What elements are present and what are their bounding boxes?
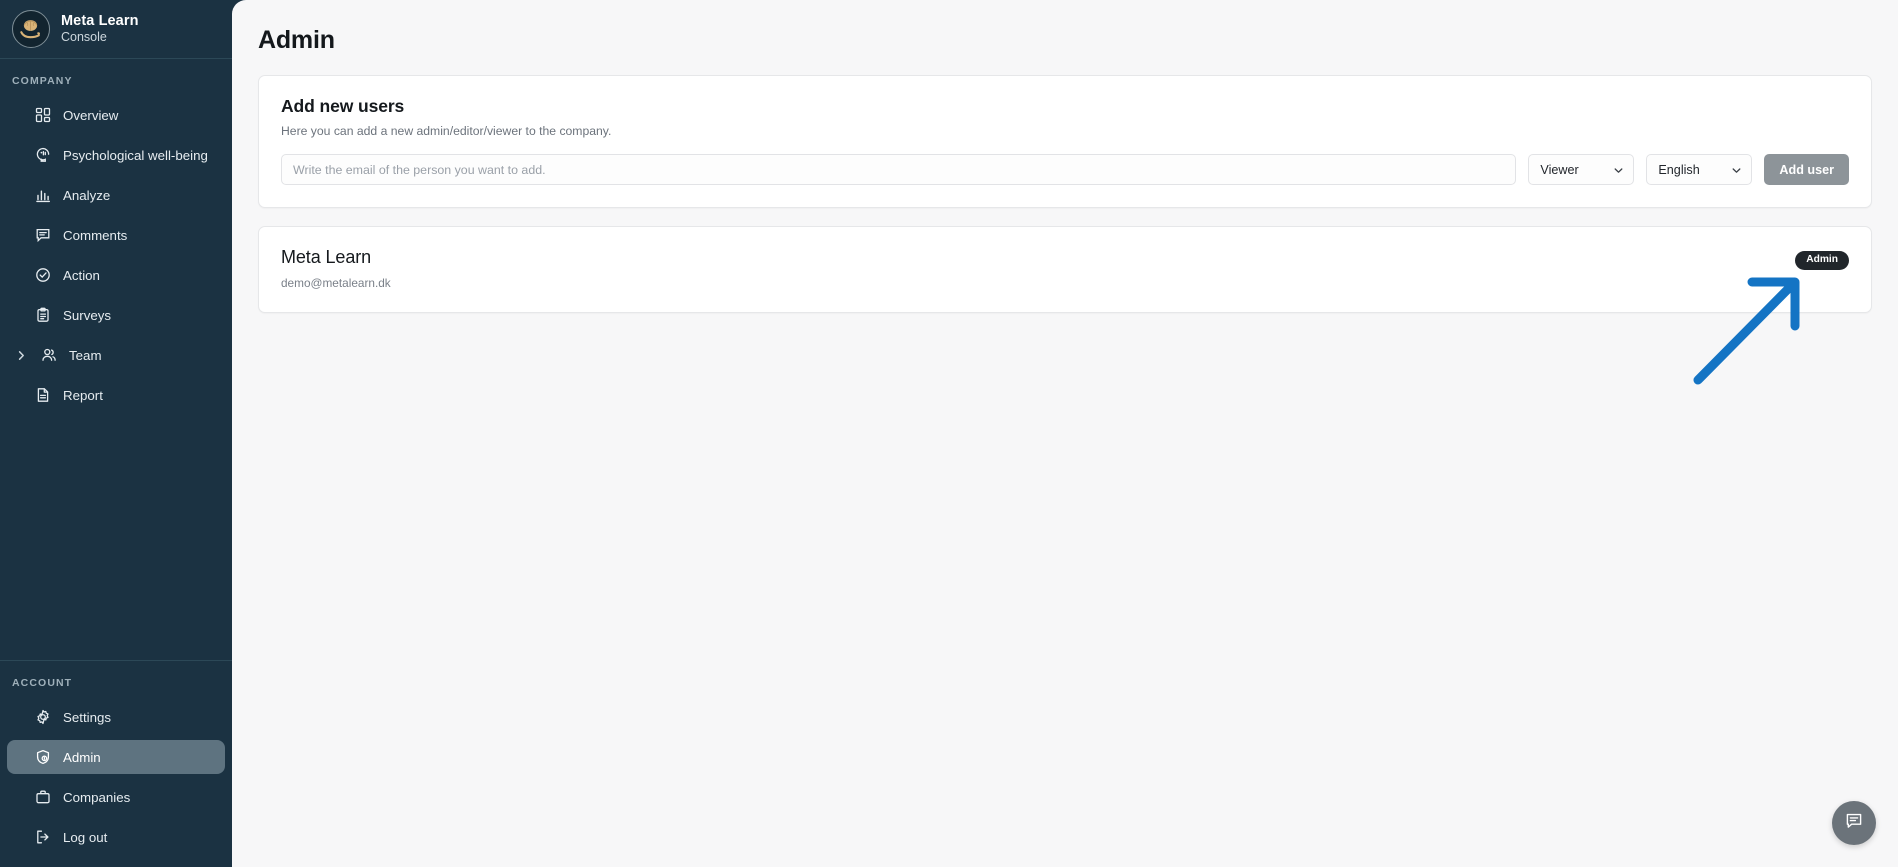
sidebar-item-label: Analyze <box>63 187 111 203</box>
logout-icon <box>34 829 51 846</box>
page-title: Admin <box>258 26 335 54</box>
app-root: Meta Learn Console COMPANY Overview Psyc… <box>0 0 1898 867</box>
gear-icon <box>34 709 51 726</box>
sidebar-item-admin[interactable]: Admin <box>7 740 225 774</box>
sidebar-nav-company: Overview Psychological well-being Analyz… <box>0 95 232 415</box>
chevron-down-icon <box>1731 165 1742 179</box>
language-select-value: English <box>1658 162 1700 177</box>
clipboard-icon <box>34 307 51 324</box>
user-name: Meta Learn <box>281 247 372 267</box>
email-input[interactable] <box>281 154 1517 185</box>
sidebar-item-label: Log out <box>63 829 108 845</box>
user-info: Meta Learn demo@metalearn.dk <box>281 247 391 290</box>
sidebar-item-label: Team <box>69 347 102 363</box>
sidebar-item-team[interactable]: Team <box>7 338 225 372</box>
sidebar-item-label: Surveys <box>63 307 112 323</box>
sidebar-section-company-label: COMPANY <box>12 75 73 87</box>
head-mind-icon <box>34 147 51 164</box>
add-user-form-row: Viewer English <box>281 154 1849 185</box>
brand-header[interactable]: Meta Learn Console <box>0 0 232 58</box>
chat-bubble-icon <box>1844 811 1864 836</box>
bar-chart-icon <box>34 187 51 204</box>
role-select[interactable]: Viewer <box>1528 154 1635 185</box>
add-user-button[interactable]: Add user <box>1764 154 1849 185</box>
user-email: demo@metalearn.dk <box>281 276 391 290</box>
user-row: Meta Learn demo@metalearn.dk Admin <box>258 226 1872 313</box>
chat-widget-button[interactable] <box>1832 801 1876 845</box>
check-circle-icon <box>34 267 51 284</box>
sidebar-item-psychological-well-being[interactable]: Psychological well-being <box>7 138 225 172</box>
main-content: Admin Add new users Here you can add a n… <box>232 0 1898 867</box>
sidebar-item-label: Comments <box>63 227 128 243</box>
sidebar-item-label: Companies <box>63 789 131 805</box>
sidebar-item-label: Psychological well-being <box>63 147 208 163</box>
briefcase-icon <box>34 789 51 806</box>
sidebar-section-account-label: ACCOUNT <box>12 677 73 689</box>
add-users-title: Add new users <box>281 96 405 116</box>
language-select[interactable]: English <box>1646 154 1753 185</box>
sidebar-item-overview[interactable]: Overview <box>7 98 225 132</box>
sidebar-item-settings[interactable]: Settings <box>7 700 225 734</box>
brand-subtitle: Console <box>61 30 107 45</box>
sidebar-item-label: Admin <box>63 749 101 765</box>
sidebar-item-log-out[interactable]: Log out <box>7 820 225 854</box>
sidebar-item-companies[interactable]: Companies <box>7 780 225 814</box>
sidebar-item-comments[interactable]: Comments <box>7 218 225 252</box>
sidebar-item-label: Action <box>63 267 100 283</box>
shield-lock-icon <box>34 749 51 766</box>
document-icon <box>34 387 51 404</box>
sidebar-item-action[interactable]: Action <box>7 258 225 292</box>
add-users-subtitle: Here you can add a new admin/editor/view… <box>281 124 612 138</box>
users-icon <box>40 347 57 364</box>
sidebar-nav-account: Settings Admin Companies Log out <box>0 697 232 867</box>
brain-in-hand-logo-icon <box>12 10 50 48</box>
sidebar-item-analyze[interactable]: Analyze <box>7 178 225 212</box>
sidebar-item-label: Overview <box>63 107 119 123</box>
grid-dashboard-icon <box>34 107 51 124</box>
chevron-right-icon <box>15 349 28 362</box>
sidebar-item-label: Settings <box>63 709 112 725</box>
sidebar: Meta Learn Console COMPANY Overview Psyc… <box>0 0 232 867</box>
role-select-value: Viewer <box>1540 162 1579 177</box>
add-new-users-card: Add new users Here you can add a new adm… <box>258 75 1872 208</box>
chevron-down-icon <box>1613 165 1624 179</box>
sidebar-item-label: Report <box>63 387 103 403</box>
status-badge: Admin <box>1795 251 1849 271</box>
sidebar-item-report[interactable]: Report <box>7 378 225 412</box>
sidebar-item-surveys[interactable]: Surveys <box>7 298 225 332</box>
content-container: Add new users Here you can add a new adm… <box>232 55 1898 313</box>
brand-name: Meta Learn <box>61 12 139 29</box>
comment-bubble-icon <box>34 227 51 244</box>
